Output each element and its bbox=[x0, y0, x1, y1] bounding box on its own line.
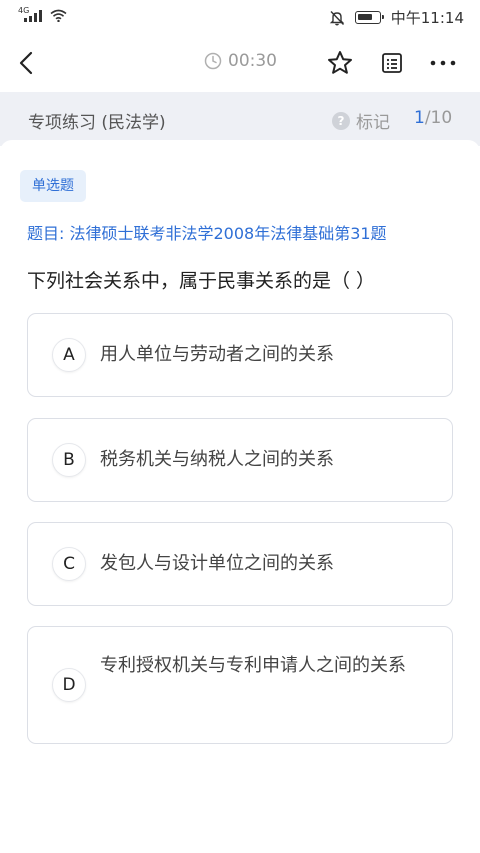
status-bar: 4G 中午11:14 bbox=[0, 0, 480, 34]
back-button[interactable] bbox=[12, 48, 40, 78]
option-letter: B bbox=[52, 443, 86, 477]
option-letter: C bbox=[52, 547, 86, 581]
question-card: 单选题 题目: 法律硕士联考非法学2008年法律基础第31题 下列社会关系中，属… bbox=[0, 140, 480, 853]
network-type-label: 4G bbox=[18, 6, 30, 15]
battery-icon bbox=[354, 11, 384, 24]
wifi-icon bbox=[50, 9, 67, 22]
option-letter: A bbox=[52, 338, 86, 372]
option-a[interactable]: A 用人单位与劳动者之间的关系 bbox=[27, 313, 453, 397]
option-text: 税务机关与纳税人之间的关系 bbox=[100, 449, 334, 470]
question-source: 题目: 法律硕士联考非法学2008年法律基础第31题 bbox=[27, 224, 387, 243]
timer: 00:30 bbox=[204, 51, 277, 71]
clock-time: 中午11:14 bbox=[390, 9, 464, 27]
section-title: 专项练习 (民法学) bbox=[28, 113, 166, 133]
mark-label: 标记 bbox=[356, 113, 390, 133]
star-icon bbox=[328, 51, 352, 74]
help-icon: ? bbox=[332, 111, 350, 130]
more-icon bbox=[430, 60, 456, 66]
back-arrow-icon bbox=[19, 51, 33, 75]
favorite-button[interactable] bbox=[325, 48, 355, 78]
option-text: 发包人与设计单位之间的关系 bbox=[100, 553, 334, 574]
option-c[interactable]: C 发包人与设计单位之间的关系 bbox=[27, 522, 453, 606]
nav-bar: 00:30 bbox=[0, 34, 480, 92]
more-button[interactable] bbox=[428, 48, 458, 78]
option-d[interactable]: D 专利授权机关与专利申请人之间的关系 bbox=[27, 626, 453, 744]
sub-header: 专项练习 (民法学) ? 标记 1/10 bbox=[0, 92, 480, 146]
clock-icon bbox=[204, 52, 222, 70]
timer-value: 00:30 bbox=[228, 51, 277, 71]
answer-sheet-button[interactable] bbox=[377, 48, 407, 78]
progress-total: /10 bbox=[424, 108, 453, 128]
option-letter: D bbox=[52, 668, 86, 702]
status-left: 4G bbox=[18, 6, 67, 22]
option-text: 专利授权机关与专利申请人之间的关系 bbox=[100, 655, 406, 676]
progress-current: 1 bbox=[414, 108, 425, 128]
option-b[interactable]: B 税务机关与纳税人之间的关系 bbox=[27, 418, 453, 502]
option-text: 用人单位与劳动者之间的关系 bbox=[100, 344, 334, 365]
status-right: 中午11:14 bbox=[329, 7, 464, 28]
question-stem: 下列社会关系中，属于民事关系的是（ ） bbox=[27, 270, 376, 292]
mark-button[interactable]: ? 标记 bbox=[332, 108, 390, 133]
answer-sheet-icon bbox=[382, 53, 402, 73]
question-progress: 1/10 bbox=[414, 108, 452, 128]
question-type-badge: 单选题 bbox=[20, 170, 86, 202]
mute-icon bbox=[329, 10, 344, 25]
